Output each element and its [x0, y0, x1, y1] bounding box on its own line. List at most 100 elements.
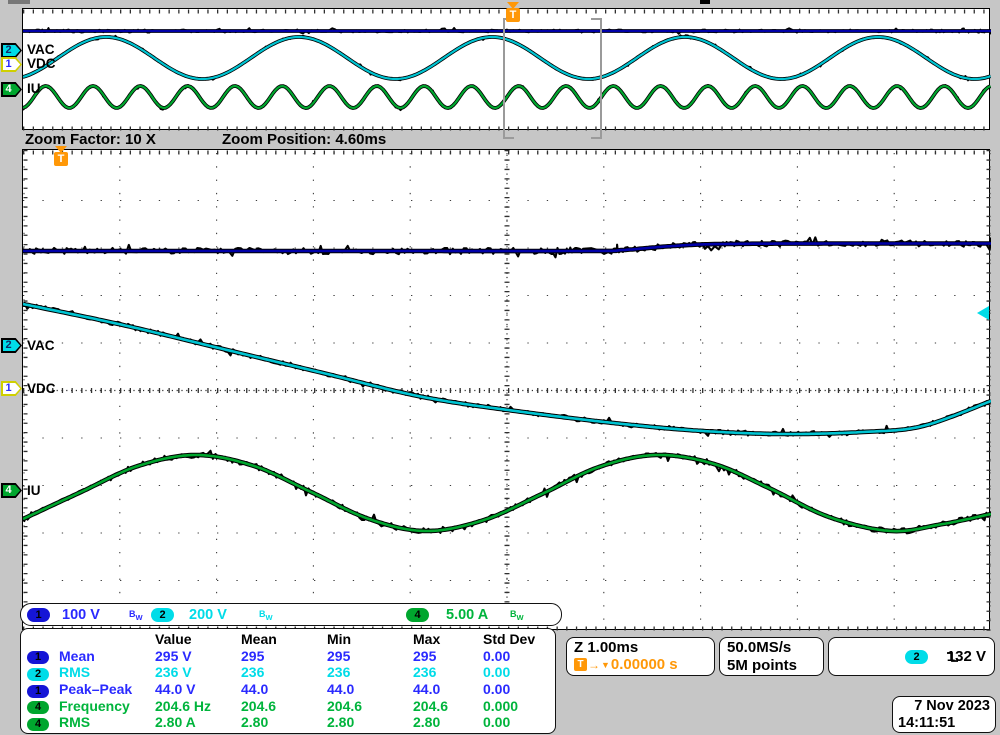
sample-rate-readout: 50.0MS/s — [727, 639, 823, 657]
ch4-position-tag[interactable]: 4 — [1, 82, 22, 97]
measurement-label: Peak–Peak — [59, 681, 155, 697]
measurement-value: 295 — [241, 648, 327, 664]
ch2-level-arrow-icon[interactable] — [977, 306, 989, 320]
measurement-value: 44.0 — [413, 681, 483, 697]
measurement-value: 204.6 — [327, 698, 413, 714]
ch4-badge: 4 — [27, 718, 49, 731]
tag-number: 2 — [1, 338, 16, 353]
zoom-info-bar: Zoom Factor: 10 X Zoom Position: 4.60ms — [22, 130, 990, 149]
bandwidth-limit-icon: BW — [129, 609, 143, 622]
measurement-value: 295 — [327, 648, 413, 664]
ch4-scale-readout: 5.00 A — [446, 607, 488, 623]
ch2-position-tag[interactable]: 2 — [1, 338, 22, 353]
tag-number: 4 — [1, 483, 16, 498]
trigger-t-icon: T — [506, 8, 520, 22]
ch4-waveform-label: IU — [27, 81, 41, 96]
trigger-source-badge: 2 — [905, 650, 928, 664]
ch1-waveform-label: VDC — [27, 56, 56, 71]
tag-number: 2 — [1, 43, 16, 58]
top-left-marker — [8, 0, 30, 4]
ch1-badge: 1 — [27, 651, 49, 664]
datetime-box: 7 Nov 2023 14:11:51 — [892, 696, 996, 733]
measurement-label: RMS — [59, 664, 155, 680]
measurement-label: Mean — [59, 648, 155, 664]
measurement-value: 0.000 — [483, 698, 555, 714]
trigger-t-icon: T — [574, 658, 587, 671]
table-header: Std Dev — [483, 631, 555, 647]
time-readout: 14:11:51 — [898, 715, 990, 732]
right-arrow-icon: → — [588, 658, 600, 672]
ch4-position-tag[interactable]: 4 — [1, 483, 22, 498]
measurement-value: 44.0 — [241, 681, 327, 697]
measurement-value: 236 — [413, 664, 483, 680]
zoom-waveforms — [23, 150, 991, 631]
measurement-value: 0.00 — [483, 681, 555, 697]
ch2-badge: 2 — [27, 668, 49, 681]
zoom-bracket-left[interactable] — [503, 18, 514, 139]
ch4-waveform-label: IU — [27, 483, 41, 498]
measurement-value: 44.0 — [327, 681, 413, 697]
table-header: Value — [155, 631, 241, 647]
measurement-value: 236 — [327, 664, 413, 680]
measurement-table: ValueMeanMinMaxStd Dev1Mean295 V29529529… — [20, 628, 556, 734]
ch1-badge: 1 — [27, 685, 49, 698]
trigger-delay-readout: T→▼0.00000 s — [574, 656, 714, 673]
measurement-value: 2.80 — [413, 714, 483, 730]
zoom-factor-label: Zoom Factor: 10 X — [25, 131, 156, 148]
oscilloscope-screen: T Zoom Factor: 10 X Zoom Position: 4.60m… — [0, 0, 1000, 735]
ch4-badge[interactable]: 4 — [406, 608, 429, 622]
measurement-value: 204.6 — [413, 698, 483, 714]
table-header: Max — [413, 631, 483, 647]
channel-scale-bar[interactable]: 1 100 V BW 2 200 V BW 4 5.00 A BW — [20, 603, 562, 626]
measurement-value: 204.6 Hz — [155, 698, 241, 714]
tag-number: 1 — [1, 57, 16, 72]
measurement-value: 2.80 A — [155, 714, 241, 730]
measurement-value: 236 V — [155, 664, 241, 680]
zoom-waveform-window — [22, 149, 990, 630]
ch1-position-tag[interactable]: 1 — [1, 381, 22, 396]
trigger-position-marker-zoom[interactable]: T — [53, 146, 69, 166]
measurement-value: 2.80 — [241, 714, 327, 730]
acquisition-readout-box: 50.0MS/s 5M points — [719, 637, 824, 676]
top-tick-marker — [700, 0, 710, 4]
measurement-value: 0.00 — [483, 648, 555, 664]
measurement-value: 204.6 — [241, 698, 327, 714]
ch2-badge[interactable]: 2 — [151, 608, 174, 622]
ch2-waveform-label: VAC — [27, 42, 55, 57]
tag-number: 1 — [1, 381, 16, 396]
measurement-value: 295 — [413, 648, 483, 664]
table-header: Mean — [241, 631, 327, 647]
zoom-position-label: Zoom Position: 4.60ms — [222, 131, 386, 148]
measurement-value: 0.00 — [483, 714, 555, 730]
bandwidth-limit-icon: BW — [259, 609, 273, 622]
measurement-value: 44.0 V — [155, 681, 241, 697]
ch2-waveform-label: VAC — [27, 338, 55, 353]
bandwidth-limit-icon: BW — [510, 609, 524, 622]
measurement-value: 295 V — [155, 648, 241, 664]
ch1-scale-readout: 100 V — [62, 607, 100, 623]
down-triangle-icon: ▼ — [601, 660, 610, 670]
measurement-label: RMS — [59, 714, 155, 730]
table-header: Min — [327, 631, 413, 647]
measurement-value: 0.00 — [483, 664, 555, 680]
date-readout: 7 Nov 2023 — [898, 698, 990, 715]
ch1-badge[interactable]: 1 — [27, 608, 50, 622]
measurement-value: 2.80 — [327, 714, 413, 730]
record-length-readout: 5M points — [727, 657, 823, 675]
horizontal-readout-box: Z 1.00ms T→▼0.00000 s — [566, 637, 715, 676]
trigger-delay-value: 0.00000 s — [611, 656, 678, 673]
ch2-scale-readout: 200 V — [189, 607, 227, 623]
measurement-label: Frequency — [59, 698, 155, 714]
ch1-waveform-label: VDC — [27, 381, 56, 396]
ch2-position-tag[interactable]: 2 — [1, 43, 22, 58]
trigger-t-icon: T — [54, 152, 68, 166]
zoom-scale-readout: Z 1.00ms — [574, 639, 714, 656]
trigger-position-marker-overview[interactable]: T — [505, 2, 521, 22]
ch4-badge: 4 — [27, 701, 49, 714]
trigger-readout-box: 2 132 V — [828, 637, 995, 676]
measurement-value: 236 — [241, 664, 327, 680]
trigger-level-readout: 132 V — [947, 648, 986, 665]
tag-number: 4 — [1, 82, 16, 97]
zoom-bracket-right[interactable] — [591, 18, 602, 139]
ch1-position-tag[interactable]: 1 — [1, 57, 22, 72]
